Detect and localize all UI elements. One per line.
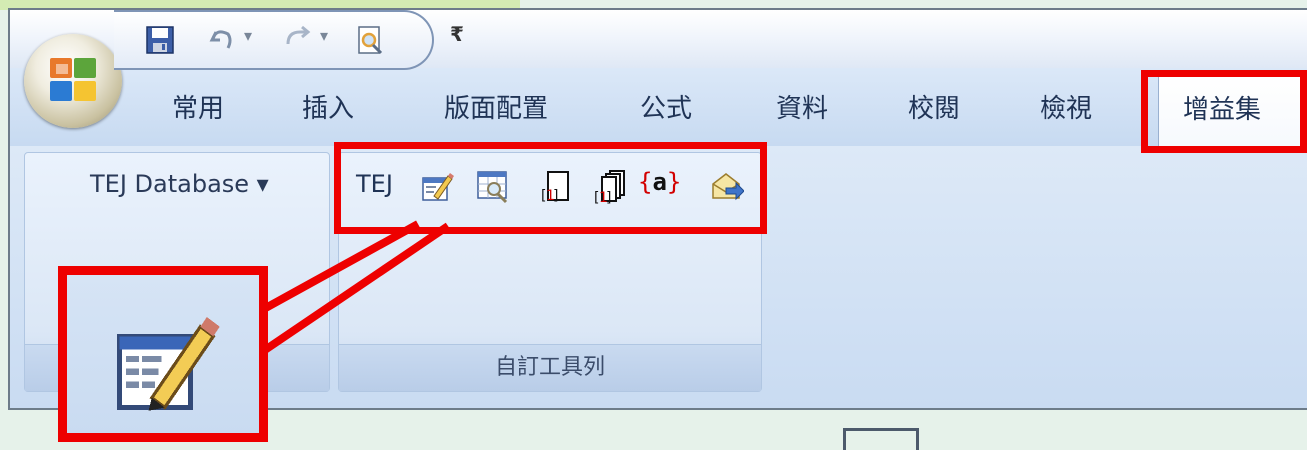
tab-formulas[interactable]: 公式 — [640, 88, 692, 125]
redo-dropdown-glyph[interactable]: ▾ — [320, 26, 328, 45]
tab-view[interactable]: 檢視 — [1040, 88, 1092, 125]
tab-home[interactable]: 常用 — [172, 88, 224, 125]
tab-review[interactable]: 校閱 — [908, 88, 960, 125]
status-bar-fragment — [843, 428, 919, 450]
customize-qat-glyph[interactable]: ₹ — [450, 22, 464, 46]
edit-form-icon — [117, 316, 220, 411]
undo-icon[interactable] — [206, 24, 238, 56]
tab-data[interactable]: 資料 — [776, 88, 828, 125]
print-preview-icon[interactable] — [354, 24, 386, 56]
custom-toolbar-group-label: 自訂工具列 — [494, 355, 605, 380]
office-button[interactable] — [24, 34, 122, 128]
tab-insert[interactable]: 插入 — [302, 88, 354, 125]
tab-page-layout[interactable]: 版面配置 — [444, 88, 548, 125]
redo-icon[interactable] — [282, 24, 314, 56]
tej-database-menu[interactable]: TEJ Database ▾ — [90, 170, 269, 198]
undo-dropdown-glyph[interactable]: ▾ — [244, 26, 252, 45]
zoomed-edit-icon-callout — [58, 266, 268, 442]
quick-access-toolbar: ▾ ▾ — [114, 10, 434, 70]
custom-toolbar-highlight — [334, 142, 767, 234]
save-icon[interactable] — [144, 24, 176, 56]
office-logo-icon — [50, 58, 96, 101]
add-ins-highlight — [1141, 70, 1307, 153]
